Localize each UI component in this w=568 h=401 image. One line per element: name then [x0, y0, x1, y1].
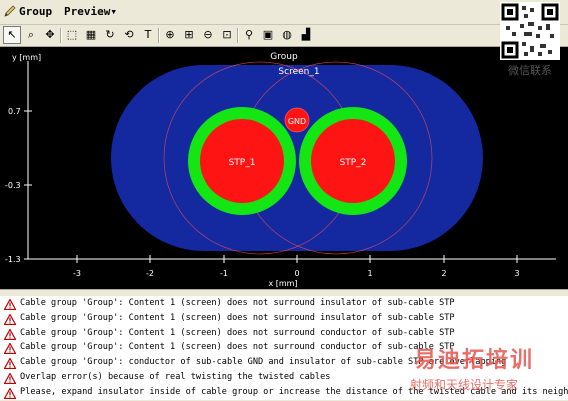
text-icon: T: [144, 28, 152, 41]
qr-code-overlay: 微信联系: [500, 2, 560, 77]
plot-title: Group: [270, 52, 298, 62]
preview-menu[interactable]: Preview▾: [64, 5, 117, 18]
x-tick-label: -2: [146, 269, 154, 278]
toolbar-separator: [237, 28, 239, 43]
window-titlebar: Group Preview▾: [0, 0, 568, 25]
message-text: Cable group 'Group': Content 1 (screen) …: [20, 327, 455, 338]
twist-icon: ⟲: [124, 28, 134, 41]
cursor-arrow-icon: ↖: [7, 28, 17, 41]
rotate-icon: ↻: [105, 28, 115, 41]
stp1-label: STP_1: [229, 158, 256, 168]
image-button[interactable]: ▣: [259, 26, 277, 44]
text-button[interactable]: T: [139, 26, 157, 44]
select-region-button[interactable]: ⬚: [63, 26, 81, 44]
twist-button[interactable]: ⟲: [120, 26, 138, 44]
warning-icon: [4, 313, 16, 325]
warning-icon: [4, 343, 16, 355]
zoom-in-button[interactable]: ⊕: [161, 26, 179, 44]
warning-icon: [4, 387, 16, 399]
zoom-window-icon: ⊡: [222, 28, 232, 41]
select-pointer-button[interactable]: ↖: [3, 26, 21, 44]
warning-icon: [4, 373, 16, 384]
message-row[interactable]: Cable group 'Group': Content 1 (screen) …: [0, 327, 568, 342]
properties-icon: ◍: [282, 28, 292, 41]
warning-icon: [4, 358, 16, 370]
stp2-label: STP_2: [340, 158, 367, 168]
message-text: Cable group 'Group': Content 1 (screen) …: [20, 298, 455, 308]
gnd-label: GND: [288, 117, 306, 126]
y-tick-label: -1.3: [5, 255, 21, 264]
watermark-title: 易迪拓培训: [414, 348, 535, 373]
toolbar-separator: [158, 28, 160, 43]
move-arrows-icon: ✥: [45, 28, 55, 41]
message-row[interactable]: Cable group 'Group': Content 1 (screen) …: [0, 297, 568, 312]
measure-pin-icon: ⚲: [244, 28, 254, 41]
toolbar: ↖ ⌕ ✥ ⬚ ▦ ↻ ⟲ T ⊕ ⊞ ⊖ ⊡ ⚲ ▣ ◍ ▟: [0, 25, 568, 47]
stamp-button[interactable]: ▟: [297, 26, 315, 44]
properties-button[interactable]: ◍: [278, 26, 296, 44]
magnifier-icon: ⌕: [27, 28, 35, 41]
image-icon: ▣: [262, 28, 274, 41]
screen-shape: [111, 65, 483, 251]
zoom-fit-icon: ⊞: [184, 28, 194, 41]
y-tick-label: -0.3: [5, 181, 21, 190]
x-axis-label: x [mm]: [268, 279, 297, 288]
x-tick-label: 3: [514, 269, 519, 278]
screen-label: Screen_1: [278, 67, 319, 77]
grid-icon: ▦: [85, 28, 97, 41]
warning-icon: [4, 299, 16, 310]
grid-button[interactable]: ▦: [82, 26, 100, 44]
select-region-icon: ⬚: [66, 28, 78, 41]
x-tick-label: -3: [73, 269, 81, 278]
x-tick-label: 2: [441, 269, 446, 278]
qr-code-icon: [500, 2, 560, 60]
message-text: Cable group 'Group': Content 1 (screen) …: [20, 342, 455, 353]
x-tick-label: -1: [220, 269, 228, 278]
window-title: Group: [19, 5, 53, 18]
x-tick-label: 0: [294, 269, 299, 278]
zoom-fit-button[interactable]: ⊞: [180, 26, 198, 44]
watermark-subtitle: 射频和天线设计专家: [410, 378, 519, 392]
pencil-icon: [4, 5, 16, 17]
zoom-lens-button[interactable]: ⌕: [22, 26, 40, 44]
x-tick-label: 1: [367, 269, 372, 278]
pan-button[interactable]: ✥: [41, 26, 59, 44]
y-tick-label: 0.7: [8, 107, 21, 116]
rotate-button[interactable]: ↻: [101, 26, 119, 44]
message-text: Overlap error(s) because of real twistin…: [20, 372, 331, 382]
cross-section-plot: Group Screen_1 y [mm] x [mm] 0.7 -0.3 -1…: [5, 52, 556, 288]
zoom-out-button[interactable]: ⊖: [199, 26, 217, 44]
watermark: 易迪拓培训 射频和天线设计专家: [410, 342, 568, 400]
stamp-icon: ▟: [301, 28, 311, 41]
zoom-in-icon: ⊕: [165, 28, 175, 41]
qr-caption: 微信联系: [508, 64, 552, 77]
y-axis-label: y [mm]: [12, 53, 41, 62]
cable-cross-section-canvas[interactable]: Group Screen_1 y [mm] x [mm] 0.7 -0.3 -1…: [0, 47, 568, 289]
toolbar-separator: [60, 28, 62, 43]
warning-icon: [4, 328, 16, 340]
message-text: Cable group 'Group': Content 1 (screen) …: [20, 312, 455, 323]
measure-button[interactable]: ⚲: [240, 26, 258, 44]
zoom-window-button[interactable]: ⊡: [218, 26, 236, 44]
message-row[interactable]: Cable group 'Group': Content 1 (screen) …: [0, 312, 568, 327]
zoom-out-icon: ⊖: [203, 28, 213, 41]
